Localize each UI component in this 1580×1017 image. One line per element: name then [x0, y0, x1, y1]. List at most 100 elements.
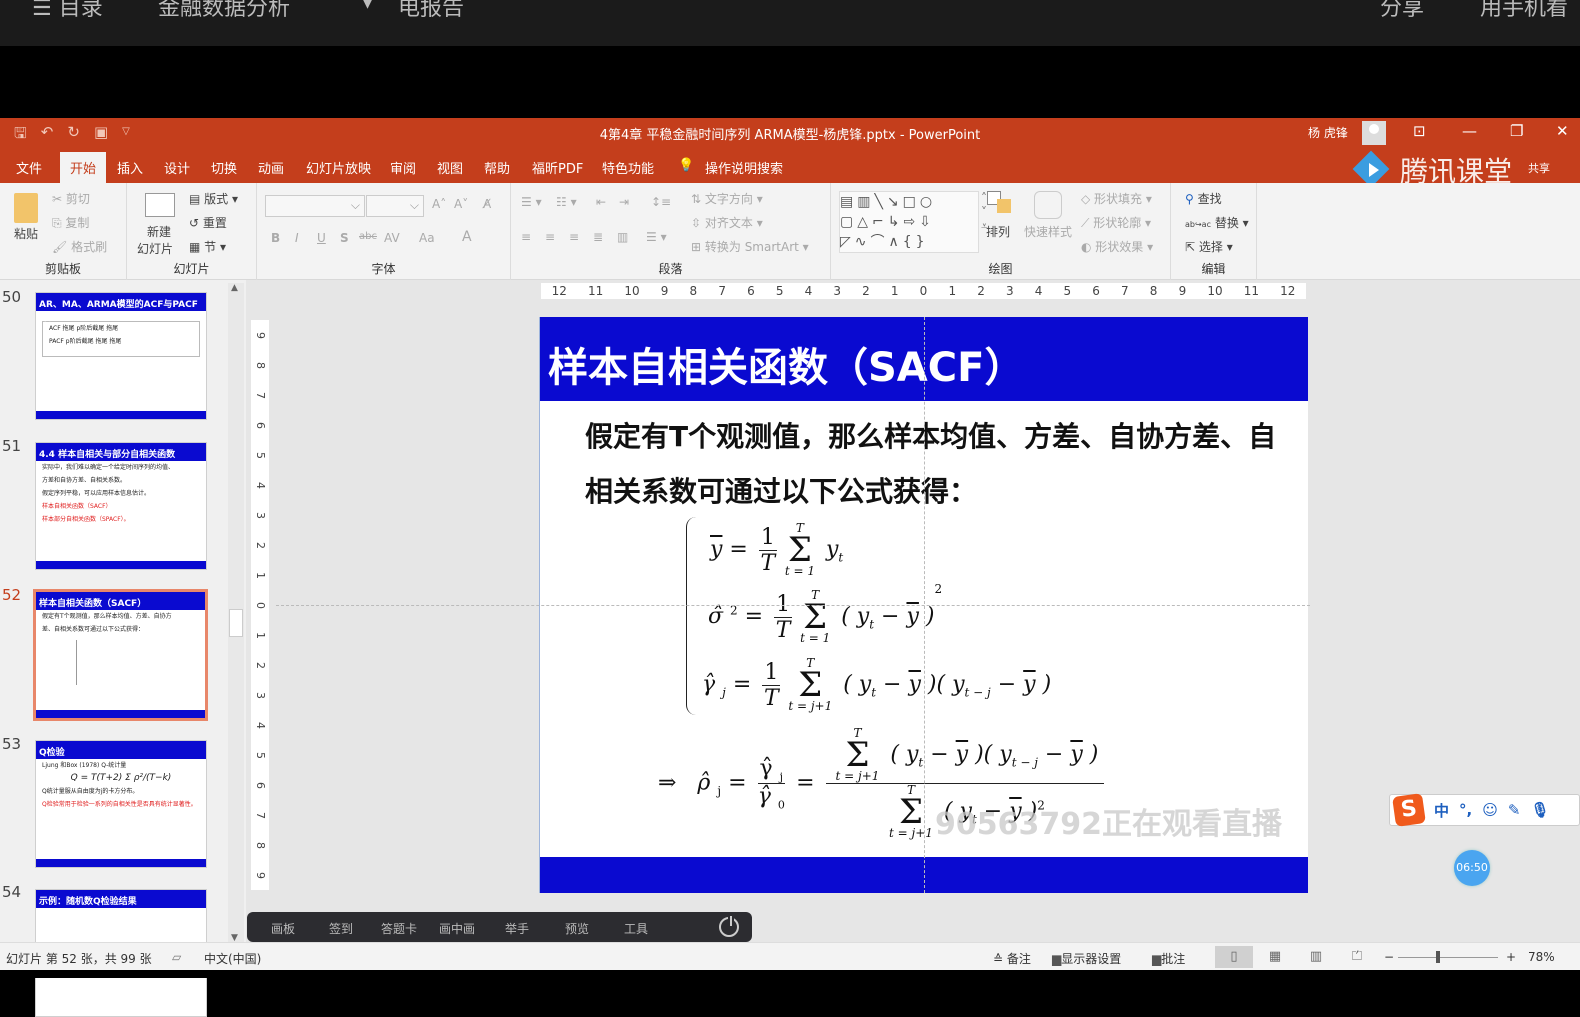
shrink-font-icon[interactable]: A˅ [454, 197, 468, 211]
slideshow-view-button[interactable]: ⏍ [1338, 946, 1376, 968]
minimize-icon[interactable]: — [1462, 122, 1477, 140]
paste-button[interactable]: 粘贴 [14, 225, 38, 242]
whiteboard-button[interactable]: 画板 [271, 920, 295, 937]
shadow-button[interactable]: S [340, 231, 349, 245]
find-button[interactable]: ⚲ 查找 [1185, 190, 1222, 207]
layout-button[interactable]: ▤ 版式 ▾ [189, 190, 238, 207]
tell-me-search[interactable]: 操作说明搜索 [705, 158, 783, 177]
zoom-in-button[interactable]: + [1506, 950, 1516, 964]
share-button[interactable]: 分享 [1380, 0, 1424, 22]
sign-in-button[interactable]: 签到 [329, 920, 353, 937]
copy-button[interactable]: ⎘ 复制 [52, 214, 89, 231]
char-spacing-button[interactable]: AV [384, 231, 400, 245]
columns-icon[interactable]: ☰ ▾ [646, 230, 667, 244]
line-spacing-icon[interactable]: ↕≡ [651, 195, 671, 209]
slide-thumbnail-53[interactable]: Q检验 Ljung 和Box (1978) Q-统计量 Q = T(T+2) Σ… [35, 740, 207, 868]
decrease-indent-icon[interactable]: ⇤ [596, 195, 606, 209]
font-color-button[interactable]: A [462, 229, 472, 245]
tab-view[interactable]: 视图 [437, 158, 463, 177]
ime-mode-toggle[interactable]: 中 [1434, 800, 1449, 821]
replace-button[interactable]: ab↪ac 替换 ▾ [1185, 214, 1249, 231]
answer-card-button[interactable]: 答题卡 [381, 920, 417, 937]
formula-mean[interactable]: y = 1TTΣt = 1 yt [710, 522, 843, 578]
formula-variance[interactable]: σ̂ 2 = 1TTΣt = 1 ( yt − y )2 [708, 582, 942, 645]
convert-smartart-button[interactable]: ⊞ 转换为 SmartArt ▾ [691, 238, 809, 255]
align-center-icon[interactable]: ≡ [545, 230, 555, 244]
reset-button[interactable]: ↺ 重置 [189, 214, 227, 231]
normal-view-button[interactable]: ▯ [1215, 946, 1253, 968]
tab-review[interactable]: 审阅 [390, 158, 416, 177]
tools-button[interactable]: 工具 [624, 920, 648, 937]
shapes-gallery[interactable]: ▤▥╲↘□○ ▢△⌐↳⇨⇩ ◸∿⌒∧{} [839, 191, 979, 253]
new-slide-dropdown[interactable]: 幻灯片 [137, 240, 173, 257]
slide-sorter-button[interactable]: ▦ [1256, 946, 1294, 968]
justify-icon[interactable]: ≣ [593, 230, 603, 244]
scroll-up-icon[interactable]: ▲ [231, 283, 238, 293]
ribbon-display-options-icon[interactable]: ⊡ [1413, 122, 1426, 140]
tab-home[interactable]: 开始 [60, 152, 107, 183]
bullets-icon[interactable]: ☰ ▾ [521, 195, 542, 209]
tab-slideshow[interactable]: 幻灯片放映 [306, 158, 371, 177]
font-name-combo[interactable]: ⌵ [265, 195, 365, 217]
cut-button[interactable]: ✂ 剪切 [52, 190, 90, 207]
avatar[interactable] [1362, 121, 1386, 145]
sogou-logo-icon[interactable]: S [1392, 793, 1426, 827]
strikethrough-button[interactable]: abc [359, 231, 377, 242]
distributed-icon[interactable]: ▥ [617, 230, 628, 244]
language-indicator[interactable]: 中文(中国) [204, 950, 261, 967]
user-name[interactable]: 杨 虎锋 [1308, 124, 1348, 141]
zoom-slider-knob[interactable] [1436, 951, 1440, 963]
underline-button[interactable]: U [317, 231, 326, 245]
zoom-out-button[interactable]: − [1384, 950, 1394, 964]
change-case-button[interactable]: Aa [419, 231, 435, 245]
mobile-view-button[interactable]: 用手机看 [1480, 0, 1568, 22]
share-ribbon-button[interactable]: 共享 [1528, 160, 1550, 176]
course-dropdown-icon[interactable]: ▾ [362, 0, 373, 15]
zoom-level[interactable]: 78% [1528, 950, 1555, 964]
handwriting-icon[interactable]: ✎ [1508, 801, 1521, 819]
tab-transitions[interactable]: 切换 [211, 158, 237, 177]
microphone-icon[interactable]: 🎙 [1530, 801, 1549, 819]
notes-button[interactable]: ≙ 备注 [993, 950, 1031, 967]
restore-icon[interactable]: ❐ [1510, 122, 1523, 140]
zoom-slider[interactable] [1398, 951, 1498, 963]
picture-in-picture-button[interactable]: 画中画 [439, 920, 475, 937]
thumbnails-scrollbar[interactable]: ▲ ▼ [228, 283, 244, 943]
align-text-button[interactable]: ⇳ 对齐文本 ▾ [691, 214, 763, 231]
slide-body-text[interactable]: 假定有T个观测值，那么样本均值、方差、自协方差、自相关系数可通过以下公式获得： [585, 409, 1285, 519]
preview-button[interactable]: 预览 [565, 920, 589, 937]
numbering-icon[interactable]: ☷ ▾ [556, 195, 577, 209]
align-right-icon[interactable]: ≡ [569, 230, 579, 244]
power-icon[interactable] [719, 914, 739, 937]
raise-hand-button[interactable]: 举手 [505, 920, 529, 937]
arrange-icon[interactable] [987, 191, 1015, 219]
tab-features[interactable]: 特色功能 [602, 158, 654, 177]
horizontal-guide[interactable] [276, 605, 1310, 606]
slide-thumbnail-50[interactable]: AR、MA、ARMA模型的ACF与PACF特征 ACF 拖尾 p阶后截尾 拖尾 … [35, 292, 207, 420]
arrange-button[interactable]: 排列 [986, 223, 1010, 240]
increase-indent-icon[interactable]: ⇥ [619, 195, 629, 209]
bold-button[interactable]: B [271, 231, 280, 245]
format-painter-button[interactable]: 🖌 格式刷 [52, 238, 107, 255]
formula-autocovariance[interactable]: γ̂ j = 1TTΣt = j+1 ( yt − y )( yt − j − … [702, 657, 1051, 713]
font-size-combo[interactable]: ⌵ [366, 195, 424, 217]
tab-animations[interactable]: 动画 [258, 158, 284, 177]
ime-punctuation-toggle[interactable]: °, [1459, 801, 1472, 819]
close-icon[interactable]: ✕ [1556, 122, 1569, 140]
reading-view-button[interactable]: ▥ [1297, 946, 1335, 968]
select-button[interactable]: ⇱ 选择 ▾ [1185, 238, 1233, 255]
catalog-button[interactable]: ☰ 目录 [32, 0, 103, 22]
spellcheck-icon[interactable]: ▱ [172, 950, 181, 964]
report-button[interactable]: 电报告 [398, 0, 464, 22]
shape-outline-button[interactable]: ⟋ 形状轮廓 ▾ [1081, 214, 1151, 231]
tab-foxit-pdf[interactable]: 福昕PDF [532, 158, 583, 177]
italic-button[interactable]: I [295, 231, 299, 245]
tab-help[interactable]: 帮助 [484, 158, 510, 177]
slide-thumbnail-52[interactable]: 样本自相关函数（SACF） 假定有T个观测值，那么样本均值、方差、自协方 差、自… [33, 589, 208, 721]
comments-button[interactable]: ▆批注 [1152, 950, 1185, 967]
section-button[interactable]: ▦ 节 ▾ [189, 238, 226, 255]
tab-file[interactable]: 文件 [16, 158, 42, 177]
scrollbar-thumb[interactable] [229, 609, 243, 637]
current-slide[interactable]: 样本自相关函数（SACF） 假定有T个观测值，那么样本均值、方差、自协方差、自相… [276, 317, 1310, 893]
new-slide-button[interactable]: 新建 [147, 223, 171, 240]
